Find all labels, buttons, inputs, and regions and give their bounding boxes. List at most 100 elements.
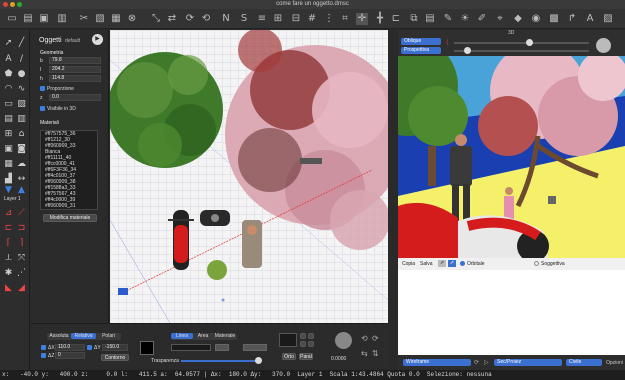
stack-icon[interactable]: ▤ [424, 13, 436, 25]
terrain-tool-icon[interactable]: ☁ [16, 159, 27, 170]
save-button[interactable]: Salva [420, 261, 433, 267]
rect-tool-icon[interactable]: ▭ [3, 99, 14, 110]
distribute-icon[interactable]: ╋ [374, 13, 386, 25]
dz-field[interactable]: 0 [55, 352, 85, 359]
edit-node-icon[interactable]: ⊿ [3, 208, 14, 219]
tab-area[interactable]: Area [193, 333, 213, 339]
wall-tool-icon[interactable]: ▤ [3, 114, 14, 125]
text-tool-icon[interactable]: A [3, 54, 14, 65]
cube-icon[interactable]: ◆ [512, 13, 524, 25]
tab-absolute[interactable]: Assoluta [47, 333, 71, 339]
new-icon[interactable]: ▭ [6, 13, 18, 25]
brush-icon[interactable]: ✐ [476, 13, 488, 25]
curve-tool-icon[interactable]: ∿ [16, 84, 27, 95]
move-icon[interactable]: ✛ [356, 13, 368, 25]
pointer-icon[interactable]: ➚ [3, 38, 14, 49]
splitter[interactable] [388, 30, 398, 370]
print-icon[interactable]: ▥ [56, 13, 68, 25]
chair-topview[interactable] [200, 210, 230, 226]
layer-down-icon[interactable]: ▼ [3, 185, 14, 196]
material-icon[interactable]: ▩ [548, 13, 560, 25]
render-mode-select[interactable]: Wireframe [403, 359, 471, 366]
extend-icon[interactable]: ⊐ [16, 223, 27, 234]
export-icon[interactable]: ▨ [602, 13, 614, 25]
refresh-icon[interactable]: ⟳ [474, 359, 479, 366]
tilt-icon[interactable]: ⟨ [446, 39, 448, 46]
hatch-tool-icon[interactable]: ▨ [16, 99, 27, 110]
motorcycle-topview[interactable] [168, 210, 194, 270]
snap-c-button[interactable] [300, 341, 306, 347]
line-tool-icon[interactable]: ╱ [16, 38, 27, 49]
z-field[interactable]: 0.0 [49, 94, 101, 101]
blossom-tree-topview[interactable] [225, 30, 388, 250]
tab-material[interactable]: Materiale [213, 333, 237, 339]
rotate-ccw-icon[interactable]: ⟲ [361, 334, 368, 343]
pointer-3d-icon[interactable]: ➚ [448, 260, 456, 267]
person-topview[interactable] [242, 220, 262, 268]
window-tool-icon[interactable]: ⊞ [3, 129, 14, 140]
contour-button[interactable]: Contorno [101, 354, 129, 361]
line-type-select[interactable] [171, 344, 211, 351]
pen-icon[interactable]: ✎ [442, 13, 454, 25]
angle-knob[interactable] [335, 332, 352, 349]
b-field[interactable]: 79.8 [49, 57, 101, 64]
polygon-tool-icon[interactable]: ⬟ [3, 69, 14, 80]
hash-icon[interactable]: # [306, 13, 318, 25]
minimize-window-icon[interactable] [10, 2, 15, 7]
camera-viewpoint-icon[interactable] [118, 288, 128, 295]
play-icon[interactable]: ▶ [92, 34, 103, 45]
mirror-icon[interactable]: ⇄ [166, 13, 178, 25]
explode-icon[interactable]: ✱ [3, 268, 14, 279]
copy-icon[interactable]: ▧ [94, 13, 106, 25]
join-icon[interactable]: ⟂ [3, 253, 14, 264]
l-field[interactable]: 204.2 [49, 66, 101, 73]
snap-b-button[interactable] [308, 333, 314, 339]
tab-line[interactable]: Linea [171, 333, 193, 339]
split-icon[interactable]: ⤧ [16, 253, 27, 264]
select-icon[interactable]: ⌗ [339, 13, 351, 25]
chamfer-icon[interactable]: ⌉ [16, 238, 27, 249]
material-list-item[interactable]: #ff060909_31 [41, 203, 97, 209]
arc-tool-icon[interactable]: ◠ [3, 84, 14, 95]
dimension-tool-icon[interactable]: ↔ [16, 174, 27, 185]
align-icon[interactable]: ≡ [256, 13, 268, 25]
plant-topview[interactable] [207, 260, 227, 280]
stairs-tool-icon[interactable]: ▟ [3, 174, 14, 185]
grid-icon[interactable]: ⊞ [272, 13, 284, 25]
snap-d-button[interactable] [308, 341, 314, 347]
array-icon[interactable]: ⋰ [16, 268, 27, 279]
parallel-button[interactable]: Paral [299, 353, 313, 360]
flip-h-icon[interactable]: ⇆ [361, 349, 368, 358]
copy-button[interactable]: Copia [402, 261, 415, 267]
ortho-button[interactable]: Orto [282, 353, 296, 360]
snap-s-icon[interactable]: S [238, 13, 250, 25]
dy-field[interactable]: -150.0 [102, 344, 128, 351]
fillet-icon[interactable]: ⌈ [3, 238, 14, 249]
light-icon[interactable]: ☀ [459, 13, 471, 25]
objects-mode[interactable]: default [65, 38, 80, 44]
visible3d-checkbox[interactable] [40, 106, 45, 111]
green-tree-topview[interactable] [110, 52, 223, 168]
zoom-slider[interactable] [454, 50, 589, 52]
line-end-select[interactable] [243, 344, 267, 351]
tab-polar[interactable]: Polari [96, 333, 121, 339]
rotate-left-icon[interactable]: ⟲ [200, 13, 212, 25]
view3d-render[interactable] [398, 56, 625, 258]
camera-tool-icon[interactable]: ◙ [16, 144, 27, 155]
view-select[interactable]: Oblique [401, 38, 441, 45]
h-field[interactable]: 114.8 [49, 75, 101, 82]
text-icon[interactable]: A [584, 13, 596, 25]
roof-tool-icon[interactable]: ⌂ [16, 129, 27, 140]
paste-icon[interactable]: ▦ [110, 13, 122, 25]
line-color-swatch[interactable] [140, 341, 154, 355]
dx-checkbox[interactable] [41, 345, 46, 350]
orbit-knob[interactable] [596, 38, 611, 53]
flip-v-icon[interactable]: ⇅ [372, 349, 379, 358]
resize-icon[interactable]: ⤡ [150, 13, 162, 25]
style-select[interactable]: Civile [566, 359, 602, 366]
zoom-slider-knob[interactable] [464, 47, 471, 54]
layers-icon[interactable]: ⧉ [408, 13, 420, 25]
shadow-select[interactable]: Sec/Proiez [494, 359, 562, 366]
trim-icon[interactable]: ⟋ [16, 208, 27, 219]
cut-icon[interactable]: ✂ [78, 13, 90, 25]
